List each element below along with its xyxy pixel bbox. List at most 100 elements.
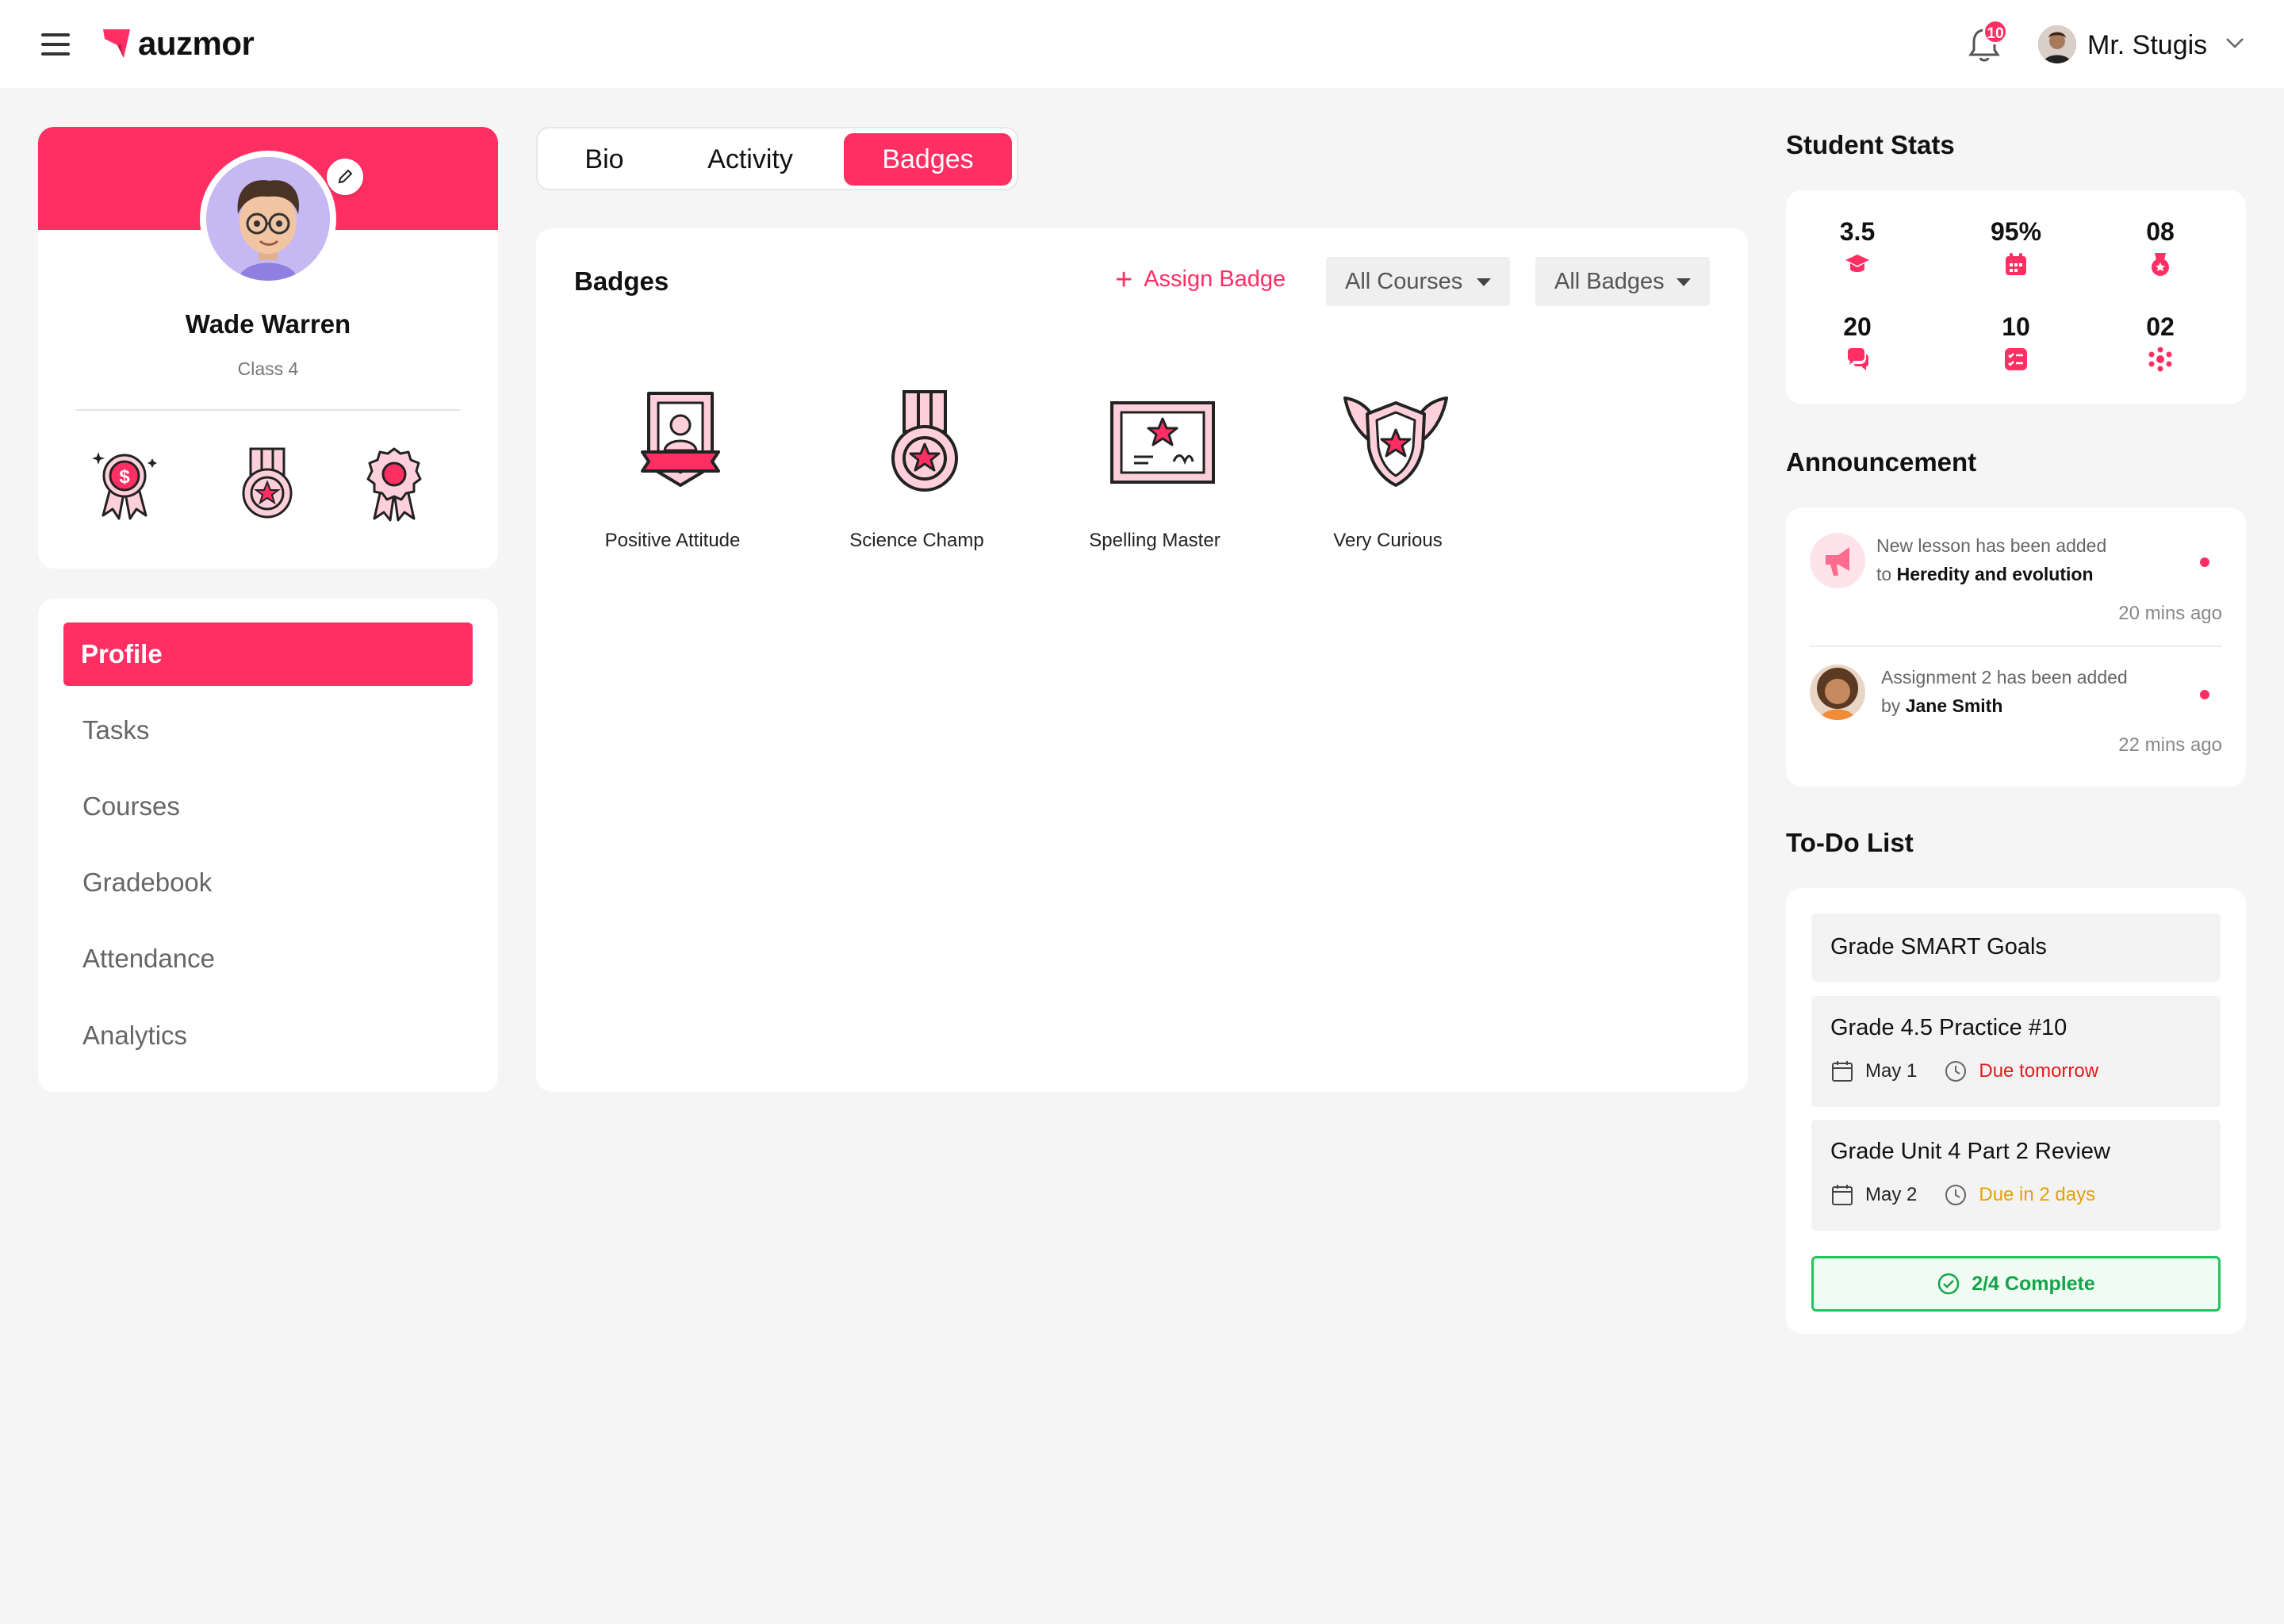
stat-value: 95% [1990,217,2042,246]
profile-tabs: Bio Activity Badges [536,127,1018,190]
winged-shield-icon [1343,396,1448,487]
auzmor-logo-icon [103,29,130,58]
todo-item-meta: May 1 Due tomorrow [1830,1059,2098,1083]
dollar-award-icon[interactable]: $ [89,444,160,523]
user-name[interactable]: Mr. Stugis [2087,30,2207,61]
badge-item[interactable]: Spelling Master [1036,387,1274,593]
announcement-item[interactable]: New lesson has been added to Heredity an… [1810,531,2222,642]
announcement-text: Assignment 2 has been added by Jane Smit… [1881,663,2182,720]
stat-value: 10 [2002,312,2030,341]
unread-dot [2200,557,2209,567]
nav-item-tasks[interactable]: Tasks [63,699,473,762]
check-circle-icon [1937,1273,1960,1295]
notification-count-badge: 10 [1983,19,2008,44]
brand-logo[interactable]: auzmor [102,22,255,65]
todo-due: Due tomorrow [1979,1060,2099,1082]
star-medal-icon [891,390,958,492]
tab-bio[interactable]: Bio [549,133,660,186]
stat-value: 08 [2146,217,2175,246]
app-root: auzmor 10 Mr. Stugis Wade Warren Class 4… [0,0,2284,1624]
todo-progress-button[interactable]: 2/4 Complete [1811,1256,2221,1312]
todo-due: Due in 2 days [1979,1184,2096,1205]
todo-progress-label: 2/4 Complete [1972,1272,2095,1295]
stat-attendance: 95% [1968,217,2064,281]
plus-icon: + [1115,262,1133,297]
announcement-line: New lesson has been added [1876,535,2107,556]
chat-icon [1848,348,1868,370]
caret-down-icon [1477,278,1491,286]
todo-title: To-Do List [1786,828,1914,857]
badge-label: Positive Attitude [604,530,741,551]
todo-item-title: Grade 4.5 Practice #10 [1830,1015,2067,1040]
chevron-down-icon[interactable] [2225,36,2244,49]
medal-icon [2152,253,2169,276]
tab-badges[interactable]: Badges [844,133,1012,186]
student-stats-title: Student Stats [1786,130,1955,159]
nav-item-gradebook[interactable]: Gradebook [63,851,473,914]
announcement-item[interactable]: Assignment 2 has been added by Jane Smit… [1810,663,2222,774]
announcement-divider [1810,645,2222,647]
todo-item-title: Grade SMART Goals [1830,934,2047,959]
assign-badge-label: Assign Badge [1144,266,1286,292]
stat-value: 02 [2146,312,2175,341]
announcement-author: Jane Smith [1905,695,2003,716]
todo-date: May 1 [1865,1060,1918,1082]
edit-avatar-button[interactable] [327,159,363,195]
calendar-icon [2006,253,2026,275]
stat-value: 20 [1843,312,1872,341]
user-avatar[interactable] [2038,25,2076,63]
announcement-prefix: by [1881,695,1901,716]
announcement-line: Assignment 2 has been added [1881,667,2128,688]
hamburger-menu-icon[interactable] [41,30,71,57]
announcement-card: New lesson has been added to Heredity an… [1786,508,2246,787]
stat-gpa: 3.5 [1810,217,1905,281]
star-medal-icon[interactable] [232,444,303,523]
certificate-icon [1110,401,1215,484]
badges-panel-title: Badges [574,266,669,296]
nav-item-analytics[interactable]: Analytics [63,1004,473,1067]
stat-badges: 08 [2113,217,2208,281]
assign-badge-button[interactable]: + Assign Badge [1115,262,1286,297]
todo-card: Grade SMART Goals Grade 4.5 Practice #10… [1786,888,2246,1334]
nav-item-courses[interactable]: Courses [63,775,473,838]
announcement-line: to Heredity and evolution [1876,560,2178,588]
teacher-avatar [1810,665,1865,720]
courses-filter-select[interactable]: All Courses [1326,257,1510,306]
profile-avatar [200,151,336,287]
clock-icon [1945,1185,1967,1205]
rosette-icon[interactable] [358,444,430,523]
clock-icon [1945,1061,1967,1082]
announcement-time: 20 mins ago [2118,603,2222,624]
tab-activity[interactable]: Activity [673,133,828,186]
todo-item[interactable]: Grade 4.5 Practice #10 May 1 Due tomorro… [1811,996,2221,1107]
calendar-outline-icon [1832,1185,1853,1205]
side-nav: Profile Tasks Courses Gradebook Attendan… [38,599,498,1092]
announcement-line: by Jane Smith [1881,691,2182,720]
stat-messages: 20 [1810,312,1905,376]
announcement-title: Announcement [1786,447,1977,477]
badge-item[interactable]: Positive Attitude [554,387,791,593]
badge-label: Spelling Master [1089,530,1221,551]
todo-item-meta: May 2 Due in 2 days [1830,1183,2095,1207]
brand-name: auzmor [138,25,255,62]
todo-item[interactable]: Grade SMART Goals [1811,914,2221,982]
stat-groups: 02 [2113,312,2208,376]
todo-item[interactable]: Grade Unit 4 Part 2 Review May 2 Due in … [1811,1120,2221,1231]
announcement-text: New lesson has been added to Heredity an… [1876,531,2178,588]
svg-text:$: $ [119,466,130,488]
profile-divider [76,409,460,411]
graduation-cap-icon [1845,255,1869,272]
top-bar: auzmor 10 Mr. Stugis [0,0,2284,88]
calendar-outline-icon [1832,1061,1853,1082]
nav-item-attendance[interactable]: Attendance [63,927,473,990]
badges-filter-select[interactable]: All Badges [1535,257,1710,306]
student-stats-card: 3.5 95% 08 20 10 02 [1786,190,2246,404]
badge-item[interactable]: Very Curious [1269,387,1507,593]
unread-dot [2200,690,2209,699]
badge-label: Very Curious [1333,530,1443,551]
badges-panel: Badges + Assign Badge All Courses All Ba… [536,228,1748,1092]
badges-filter-value: All Badges [1554,269,1665,294]
group-icon [2148,347,2172,372]
nav-item-profile[interactable]: Profile [63,622,473,686]
badge-item[interactable]: Science Champ [798,387,1036,593]
